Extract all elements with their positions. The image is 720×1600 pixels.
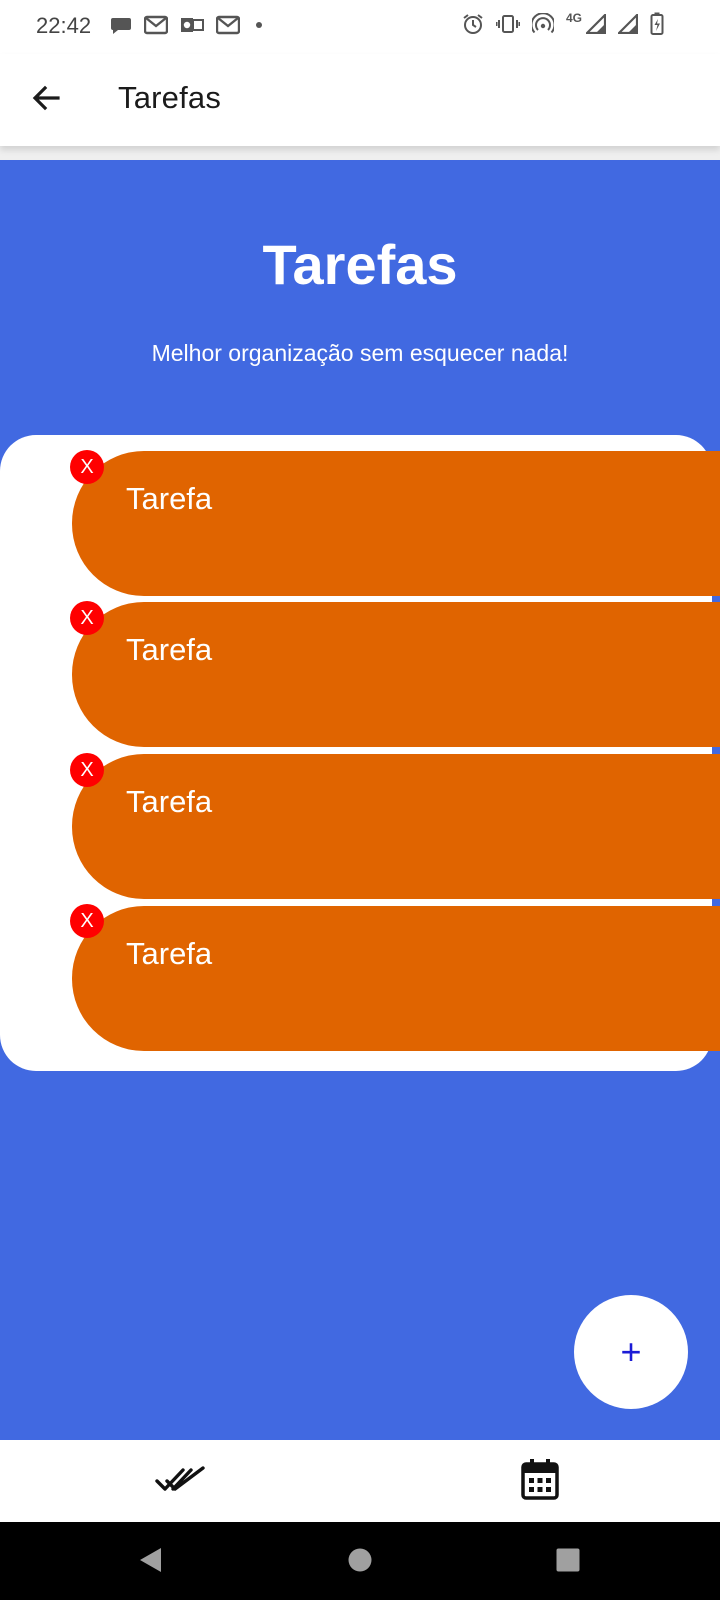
outlook-icon bbox=[180, 15, 204, 35]
app-bar-title: Tarefas bbox=[118, 80, 222, 115]
delete-task-button[interactable]: X bbox=[70, 601, 104, 635]
chat-icon bbox=[110, 14, 132, 36]
main-content: Tarefas Melhor organização sem esquecer … bbox=[0, 160, 720, 1440]
task-list-card: Tarefa Tarefa Tarefa Tarefa X X X X bbox=[0, 435, 720, 1071]
signal-icon bbox=[586, 14, 606, 34]
delete-task-button[interactable]: X bbox=[70, 753, 104, 787]
delete-task-button[interactable]: X bbox=[70, 904, 104, 938]
status-time: 22:42 bbox=[36, 13, 92, 38]
task-item[interactable]: Tarefa bbox=[72, 451, 720, 596]
nav-calendar[interactable] bbox=[510, 1456, 570, 1506]
back-button[interactable] bbox=[22, 76, 70, 124]
task-label: Tarefa bbox=[126, 481, 213, 516]
system-home-button[interactable] bbox=[340, 1542, 380, 1582]
task-label: Tarefa bbox=[126, 784, 213, 819]
hotspot-icon bbox=[531, 13, 554, 35]
system-back-button[interactable] bbox=[130, 1542, 170, 1582]
gmail-icon bbox=[144, 15, 168, 35]
recents-square-icon bbox=[555, 1547, 581, 1578]
done-all-icon bbox=[155, 1464, 205, 1499]
gmail-icon bbox=[216, 15, 240, 35]
calendar-icon bbox=[521, 1458, 559, 1505]
app-bar: Tarefas bbox=[0, 54, 720, 146]
page-title: Tarefas bbox=[262, 233, 458, 296]
task-item[interactable]: Tarefa bbox=[72, 754, 720, 899]
nav-tasks[interactable] bbox=[150, 1456, 210, 1506]
app-bar-divider bbox=[0, 146, 720, 160]
home-circle-icon bbox=[347, 1547, 373, 1578]
network-type-label: 4G bbox=[565, 11, 582, 25]
bottom-navigation bbox=[0, 1440, 720, 1522]
system-navigation-bar bbox=[0, 1522, 720, 1600]
notification-icons bbox=[110, 14, 266, 36]
signal-icon bbox=[618, 14, 638, 34]
status-bar: 22:42 4G bbox=[0, 0, 720, 54]
back-triangle-icon bbox=[137, 1546, 163, 1579]
delete-task-button[interactable]: X bbox=[70, 450, 104, 484]
add-task-button[interactable]: + bbox=[574, 1295, 688, 1409]
page-subtitle: Melhor organização sem esquecer nada! bbox=[151, 340, 569, 366]
vibrate-icon bbox=[495, 13, 520, 35]
dot-icon bbox=[252, 18, 266, 32]
alarm-icon bbox=[462, 13, 484, 35]
arrow-back-icon bbox=[31, 83, 61, 118]
system-recents-button[interactable] bbox=[548, 1542, 588, 1582]
task-label: Tarefa bbox=[126, 936, 213, 971]
task-item[interactable]: Tarefa bbox=[72, 906, 720, 1051]
task-label: Tarefa bbox=[126, 632, 213, 667]
system-status-icons: 4G bbox=[462, 11, 664, 36]
battery-charging-icon bbox=[650, 12, 664, 36]
task-item[interactable]: Tarefa bbox=[72, 602, 720, 747]
